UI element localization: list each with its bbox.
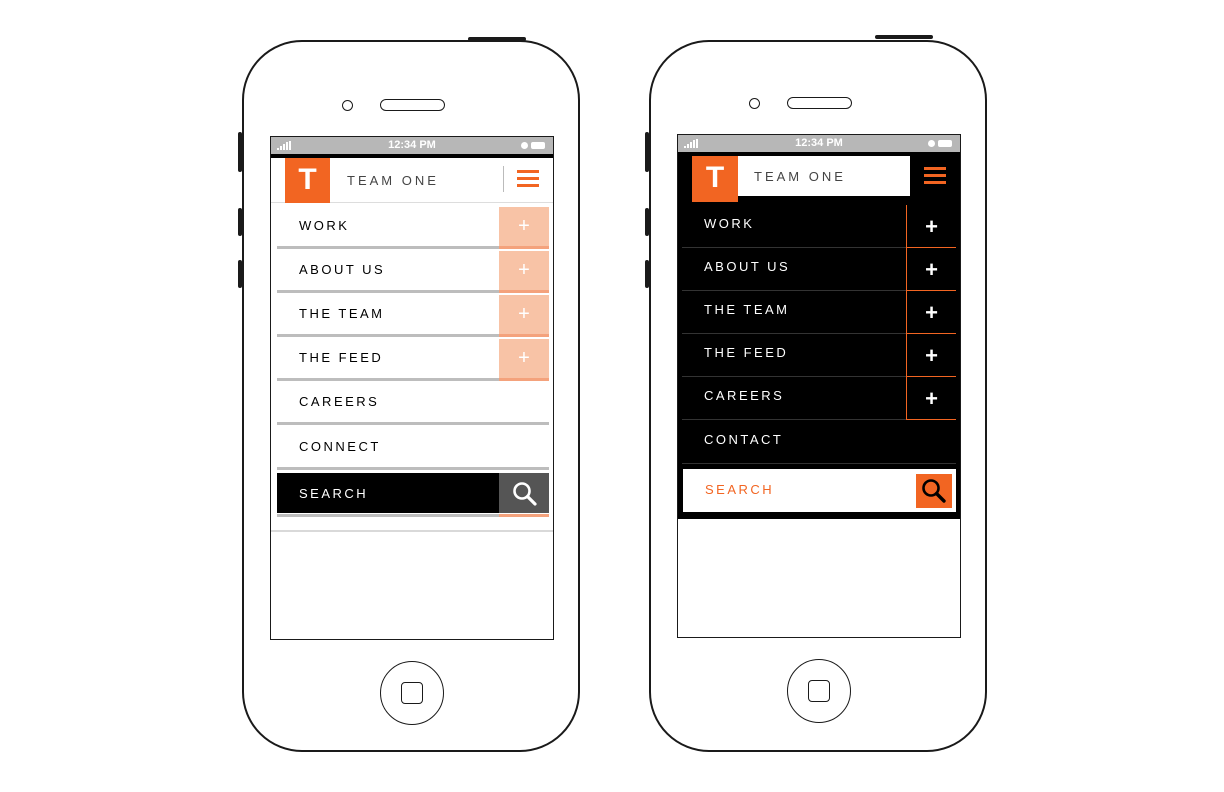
plus-icon[interactable]: + <box>906 291 956 334</box>
phone-left: 12:34 PM T TEAM ONE WORK + ABOUT US + TH… <box>238 37 580 752</box>
phone-right: 12:34 PM T TEAM ONE WORK + ABOUT US + TH… <box>645 35 987 752</box>
menu-label: ABOUT US <box>704 259 791 274</box>
status-bar: 12:34 PM <box>678 135 960 152</box>
brand-name: TEAM ONE <box>754 169 846 184</box>
menu-label: THE FEED <box>704 345 789 360</box>
hamburger-icon[interactable] <box>517 170 539 188</box>
search-button[interactable] <box>916 474 952 508</box>
plus-underline <box>499 290 549 293</box>
power-button <box>468 37 526 41</box>
status-time: 12:34 PM <box>795 137 843 149</box>
status-bar: 12:34 PM <box>271 137 553 154</box>
plus-icon[interactable]: + <box>499 251 549 291</box>
plus-icon[interactable]: + <box>906 248 956 291</box>
menu-item-about-us[interactable]: ABOUT US + <box>277 251 549 293</box>
team-one-logo[interactable]: T <box>692 156 738 202</box>
power-button <box>875 35 933 39</box>
plus-underline <box>499 246 549 249</box>
screen-left: 12:34 PM T TEAM ONE WORK + ABOUT US + TH… <box>270 136 554 640</box>
volume-down-button <box>238 260 242 288</box>
search-bar[interactable]: SEARCH <box>277 473 549 513</box>
search-button[interactable] <box>499 473 549 513</box>
menu-divider <box>277 422 549 425</box>
plus-icon[interactable]: + <box>906 205 956 248</box>
magnifier-icon <box>922 479 946 503</box>
earpiece-speaker <box>380 99 445 111</box>
menu-item-work[interactable]: WORK + <box>682 205 956 248</box>
screen-right: 12:34 PM T TEAM ONE WORK + ABOUT US + TH… <box>677 134 961 638</box>
menu-item-the-team[interactable]: THE TEAM + <box>277 295 549 337</box>
plus-underline <box>499 378 549 381</box>
brand-name: TEAM ONE <box>347 173 439 188</box>
menu-item-work[interactable]: WORK + <box>277 207 549 249</box>
menu-item-contact[interactable]: CONTACT <box>682 421 956 464</box>
menu-label: CONTACT <box>704 432 784 447</box>
search-button-underline <box>499 514 549 517</box>
menu-label: WORK <box>704 216 755 231</box>
search-label: SEARCH <box>299 486 369 501</box>
volume-up-button <box>645 208 649 236</box>
volume-up-button <box>238 208 242 236</box>
status-time: 12:34 PM <box>388 139 436 151</box>
menu-item-careers[interactable]: CAREERS <box>277 383 549 425</box>
menu-label: THE FEED <box>299 350 384 365</box>
menu-label: CAREERS <box>704 388 785 403</box>
menu-item-careers[interactable]: CAREERS + <box>682 377 956 420</box>
plus-icon[interactable]: + <box>499 207 549 247</box>
plus-icon[interactable]: + <box>499 295 549 335</box>
front-camera <box>749 98 760 109</box>
header-divider <box>503 166 504 192</box>
search-label: SEARCH <box>705 482 775 497</box>
menu-label: CONNECT <box>299 439 381 454</box>
hamburger-icon[interactable] <box>924 167 946 185</box>
team-one-logo[interactable]: T <box>285 158 330 203</box>
menu-label: ABOUT US <box>299 262 386 277</box>
plus-underline <box>499 334 549 337</box>
menu-label: WORK <box>299 218 350 233</box>
mute-switch <box>645 132 649 172</box>
menu-shadow <box>271 530 553 532</box>
plus-icon[interactable]: + <box>906 334 956 377</box>
menu-item-the-feed[interactable]: THE FEED + <box>682 334 956 377</box>
battery-icon <box>928 139 954 148</box>
menu-divider <box>277 467 549 470</box>
battery-icon <box>521 141 547 150</box>
menu-label: THE TEAM <box>299 306 385 321</box>
volume-down-button <box>645 260 649 288</box>
home-button <box>787 659 851 723</box>
app-header: T TEAM ONE <box>271 158 553 203</box>
earpiece-speaker <box>787 97 852 109</box>
menu-item-the-feed[interactable]: THE FEED + <box>277 339 549 381</box>
signal-icon <box>277 141 293 150</box>
menu-label: CAREERS <box>299 394 380 409</box>
menu-item-about-us[interactable]: ABOUT US + <box>682 248 956 291</box>
home-button <box>380 661 444 725</box>
plus-icon[interactable]: + <box>499 339 549 379</box>
front-camera <box>342 100 353 111</box>
magnifier-icon <box>513 482 537 506</box>
search-divider <box>277 514 499 517</box>
signal-icon <box>684 139 700 148</box>
plus-icon[interactable]: + <box>906 377 956 420</box>
search-bar[interactable]: SEARCH <box>683 469 956 512</box>
menu-item-the-team[interactable]: THE TEAM + <box>682 291 956 334</box>
menu-item-connect[interactable]: CONNECT <box>277 428 549 470</box>
menu-label: THE TEAM <box>704 302 790 317</box>
mute-switch <box>238 132 242 172</box>
